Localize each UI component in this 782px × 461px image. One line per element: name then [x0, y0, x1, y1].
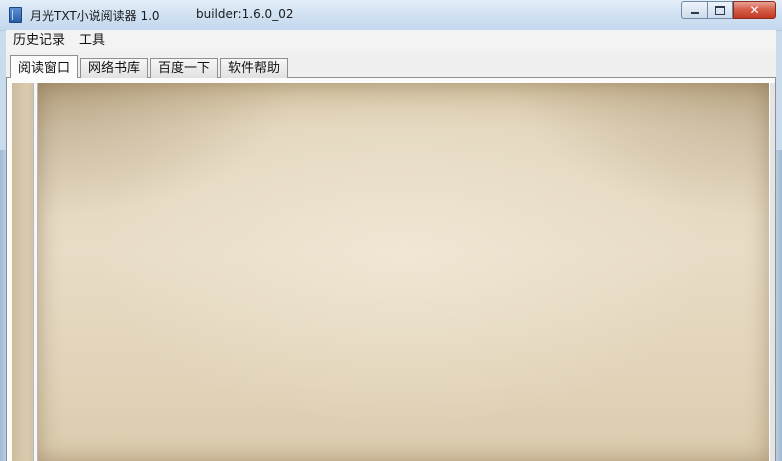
reading-page[interactable] [38, 83, 769, 461]
tab-reading-window[interactable]: 阅读窗口 [10, 55, 79, 79]
caption-buttons: ✕ [681, 1, 776, 21]
maximize-button[interactable] [707, 1, 733, 19]
close-button[interactable]: ✕ [733, 1, 776, 19]
tab-baidu-search[interactable]: 百度一下 [150, 58, 219, 78]
menu-history[interactable]: 历史记录 [6, 30, 72, 52]
vertical-scrollbar[interactable] [770, 83, 775, 461]
build-version: builder:1.6.0_02 [196, 7, 294, 21]
window-title: 月光TXT小说阅读器 1.0 [30, 9, 160, 23]
close-icon: ✕ [749, 3, 760, 17]
minimize-button[interactable] [681, 1, 707, 19]
reading-panel [6, 78, 776, 461]
book-icon[interactable] [9, 7, 22, 23]
maximize-icon [715, 5, 725, 15]
title-bar[interactable]: 月光TXT小说阅读器 1.0 builder:1.6.0_02 ✕ [0, 0, 782, 31]
menu-tools[interactable]: 工具 [72, 30, 112, 52]
window-border-right [776, 150, 782, 461]
tab-software-help[interactable]: 软件帮助 [220, 58, 289, 78]
app-window: 月光TXT小说阅读器 1.0 builder:1.6.0_02 ✕ 历史记录 工… [0, 0, 782, 461]
window-border-left [0, 150, 6, 461]
tab-list: 阅读窗口 网络书库 百度一下 软件帮助 [10, 55, 290, 80]
menu-bar: 历史记录 工具 [6, 30, 776, 52]
tab-online-library[interactable]: 网络书库 [80, 58, 149, 78]
minimize-icon [690, 12, 699, 14]
tab-strip: 阅读窗口 网络书库 百度一下 软件帮助 [6, 52, 776, 80]
